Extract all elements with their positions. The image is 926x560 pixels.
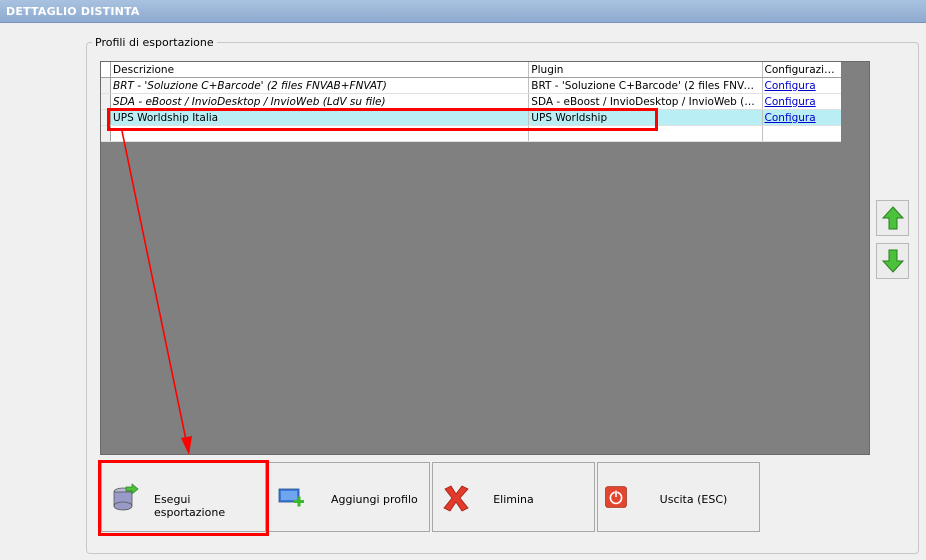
esegui-esportazione-label: Esegui esportazione (154, 493, 226, 519)
table-row-selected[interactable]: UPS Worldship Italia UPS Worldship Confi… (101, 109, 841, 126)
row-indicator (101, 109, 112, 126)
table-row-new[interactable] (101, 125, 841, 142)
esegui-esportazione-button[interactable]: Esegui esportazione (101, 462, 266, 532)
column-header-descrizione[interactable]: Descrizione (110, 62, 530, 78)
group-legend: Profili di esportazione (92, 36, 217, 49)
aggiungi-profilo-button[interactable]: Aggiungi profilo (267, 462, 430, 532)
column-header-plugin[interactable]: Plugin (528, 62, 763, 78)
row-indicator (101, 77, 112, 94)
column-header-configurazione[interactable]: Configurazione (762, 62, 841, 78)
move-up-button[interactable] (876, 200, 909, 236)
database-export-icon (113, 483, 139, 511)
row-indicator (101, 93, 112, 110)
cell-configurazione[interactable] (762, 125, 841, 142)
cell-plugin[interactable] (528, 125, 763, 142)
cell-plugin[interactable]: SDA - eBoost / InvioDesktop / InvioWeb (… (528, 93, 763, 110)
configura-link[interactable]: Configura (765, 80, 816, 92)
row-indicator (101, 125, 112, 142)
cell-plugin[interactable]: UPS Worldship (528, 109, 763, 126)
cell-descrizione[interactable]: BRT - 'Soluzione C+Barcode' (2 files FNV… (110, 77, 530, 94)
profiles-grid: Descrizione Plugin Configurazione BRT - … (101, 62, 841, 142)
arrow-up-icon (881, 206, 904, 230)
table-row[interactable]: BRT - 'Soluzione C+Barcode' (2 files FNV… (101, 77, 841, 94)
power-exit-icon (605, 486, 627, 508)
uscita-button[interactable]: Uscita (ESC) (597, 462, 760, 532)
title-bar: DETTAGLIO DISTINTA (0, 0, 926, 23)
cell-descrizione[interactable] (110, 125, 530, 142)
table-row[interactable]: SDA - eBoost / InvioDesktop / InvioWeb (… (101, 93, 841, 110)
add-profile-icon (278, 488, 304, 507)
aggiungi-profilo-label: Aggiungi profilo (331, 493, 418, 506)
row-indicator (101, 62, 112, 78)
grid-header-row: Descrizione Plugin Configurazione (101, 62, 841, 78)
configura-link[interactable]: Configura (765, 112, 816, 124)
arrow-down-icon (881, 249, 904, 273)
elimina-button[interactable]: Elimina (432, 462, 595, 532)
configura-link[interactable]: Configura (765, 96, 816, 108)
cell-descrizione[interactable]: UPS Worldship Italia (110, 109, 530, 126)
uscita-label: Uscita (ESC) (659, 493, 728, 506)
cell-descrizione[interactable]: SDA - eBoost / InvioDesktop / InvioWeb (… (110, 93, 530, 110)
cell-plugin[interactable]: BRT - 'Soluzione C+Barcode' (2 files FNV… (528, 77, 763, 94)
window-title: DETTAGLIO DISTINTA (6, 5, 140, 18)
elimina-label: Elimina (493, 493, 534, 506)
move-down-button[interactable] (876, 243, 909, 279)
